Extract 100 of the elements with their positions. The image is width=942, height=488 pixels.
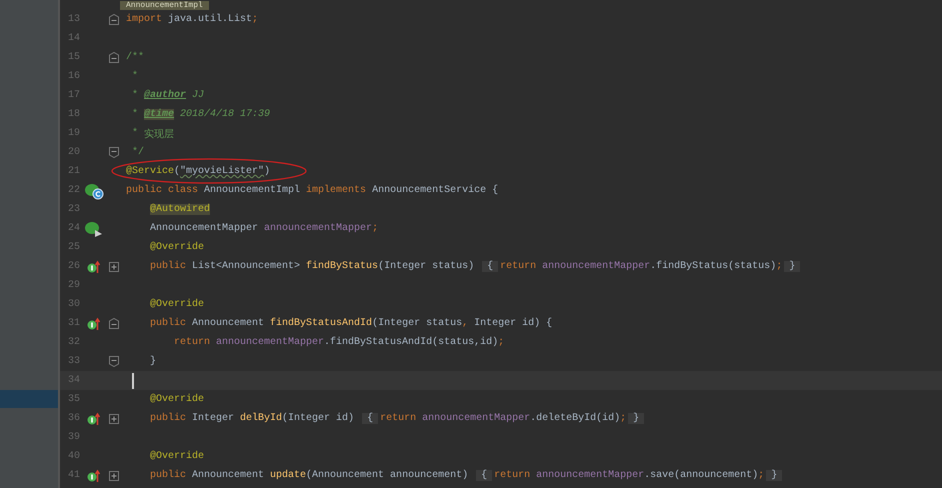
line-number: 29 bbox=[66, 280, 80, 291]
keyword-text: return bbox=[500, 261, 538, 272]
line-number: 33 bbox=[66, 356, 80, 367]
folded-brace[interactable]: } bbox=[784, 261, 800, 272]
line-number: 25 bbox=[66, 242, 80, 253]
code-text: Announcement bbox=[192, 318, 266, 329]
text-caret bbox=[132, 372, 134, 388]
implemented-up-arrow-icon[interactable] bbox=[87, 412, 101, 426]
comment-text: 2018/4/18 17:39 bbox=[179, 109, 270, 120]
field-text: announcementMapper bbox=[264, 223, 372, 234]
line-number: 30 bbox=[66, 299, 80, 310]
line-number: 39 bbox=[66, 432, 80, 443]
keyword-text: public bbox=[150, 413, 188, 424]
comment-text: * bbox=[131, 128, 140, 139]
code-text: AnnouncementImpl bbox=[204, 185, 302, 196]
line-number: 18 bbox=[66, 109, 80, 120]
code-text: java.util.List bbox=[167, 14, 252, 25]
keyword-text: public bbox=[150, 261, 188, 272]
folded-brace[interactable]: } bbox=[766, 470, 782, 481]
fold-minus-icon[interactable] bbox=[109, 52, 119, 63]
code-text: (Announcement announcement) bbox=[306, 470, 470, 481]
field-text: announcementMapper bbox=[542, 261, 650, 272]
keyword-text: public bbox=[150, 318, 188, 329]
line-number: 13 bbox=[66, 14, 80, 25]
selected-row bbox=[0, 390, 58, 408]
keyword-text: ; bbox=[372, 223, 378, 234]
annotation-text: @Override bbox=[150, 451, 204, 462]
keyword-text: ; bbox=[758, 470, 764, 481]
keyword-text: implements bbox=[306, 185, 368, 196]
folded-brace[interactable]: } bbox=[628, 413, 644, 424]
fold-minus-icon[interactable] bbox=[109, 356, 119, 367]
implemented-up-arrow-icon[interactable] bbox=[87, 316, 101, 330]
keyword-text: return bbox=[174, 337, 212, 348]
code-text: (Integer status) bbox=[378, 261, 476, 272]
annotation-text: @Override bbox=[150, 394, 204, 405]
code-text: } bbox=[150, 356, 156, 367]
line-number: 23 bbox=[66, 204, 80, 215]
string-text: "myovieLister" bbox=[180, 166, 264, 177]
code-text: Announcement bbox=[192, 470, 266, 481]
comment-text: * bbox=[131, 109, 140, 120]
field-text: announcementMapper bbox=[536, 470, 644, 481]
code-text: AnnouncementService { bbox=[372, 185, 498, 196]
bean-class-icon[interactable] bbox=[84, 182, 104, 200]
line-number: 24 bbox=[66, 223, 80, 234]
code-text: (Integer status bbox=[372, 318, 462, 329]
code-text: .deleteById(id) bbox=[530, 413, 620, 424]
keyword-text: public class bbox=[126, 185, 200, 196]
method-name-text: delById bbox=[240, 413, 282, 424]
line-number: 32 bbox=[66, 337, 80, 348]
implemented-up-arrow-icon[interactable] bbox=[87, 468, 101, 482]
bean-arrow-icon[interactable] bbox=[84, 220, 104, 238]
method-name-text: update bbox=[270, 470, 306, 481]
folded-brace[interactable]: { bbox=[476, 470, 492, 481]
annotation-text: @Override bbox=[150, 242, 204, 253]
line-number: 22 bbox=[66, 185, 80, 196]
keyword-text: ; bbox=[252, 14, 258, 25]
field-text: announcementMapper bbox=[216, 337, 324, 348]
method-name-text: findByStatusAndId bbox=[270, 318, 372, 329]
line-number: 19 bbox=[66, 128, 80, 139]
fold-minus-icon[interactable] bbox=[109, 147, 119, 158]
keyword-text: ; bbox=[498, 337, 504, 348]
keyword-text: public bbox=[150, 470, 188, 481]
code-text: (Integer id) bbox=[282, 413, 356, 424]
doc-tag-text: @time bbox=[144, 109, 174, 120]
implemented-up-arrow-icon[interactable] bbox=[87, 260, 101, 274]
code-text: List<Announcement> bbox=[192, 261, 302, 272]
fold-minus-icon[interactable] bbox=[109, 14, 119, 25]
line-number: 31 bbox=[66, 318, 80, 329]
code-text: ( bbox=[174, 166, 180, 177]
line-number: 16 bbox=[66, 71, 80, 82]
method-name-text: findByStatus bbox=[306, 261, 378, 272]
line-number: 20 bbox=[66, 147, 80, 158]
code-text: .findByStatus(status) bbox=[650, 261, 776, 272]
line-number: 14 bbox=[66, 33, 80, 44]
keyword-text: return bbox=[494, 470, 532, 481]
file-name-tag: AnnouncementImpl bbox=[120, 1, 209, 10]
doc-tag-text: @author bbox=[144, 90, 186, 101]
keyword-text: , bbox=[462, 318, 468, 329]
fold-plus-icon[interactable] bbox=[109, 470, 119, 480]
comment-text: 实现层 bbox=[144, 128, 174, 140]
keyword-text: ; bbox=[620, 413, 626, 424]
annotation-text: @Service bbox=[126, 166, 174, 177]
code-text: Integer id) { bbox=[473, 318, 552, 329]
line-number: 26 bbox=[66, 261, 80, 272]
comment-text: * bbox=[131, 71, 138, 82]
code-text: .save(announcement) bbox=[644, 470, 758, 481]
folded-brace[interactable]: { bbox=[362, 413, 378, 424]
fold-minus-icon[interactable] bbox=[109, 318, 119, 329]
line-number: 41 bbox=[66, 470, 80, 481]
folded-brace[interactable]: { bbox=[482, 261, 498, 272]
field-text: announcementMapper bbox=[422, 413, 530, 424]
code-text: AnnouncementMapper bbox=[150, 223, 260, 234]
code-text: .findByStatusAndId(status,id) bbox=[324, 337, 498, 348]
fold-plus-icon[interactable] bbox=[109, 414, 119, 424]
code-text: ) bbox=[264, 166, 270, 177]
fold-plus-icon[interactable] bbox=[109, 262, 119, 272]
line-number: 35 bbox=[66, 394, 80, 405]
line-number: 17 bbox=[66, 90, 80, 101]
line-number: 21 bbox=[66, 166, 80, 177]
line-number: 36 bbox=[66, 413, 80, 424]
